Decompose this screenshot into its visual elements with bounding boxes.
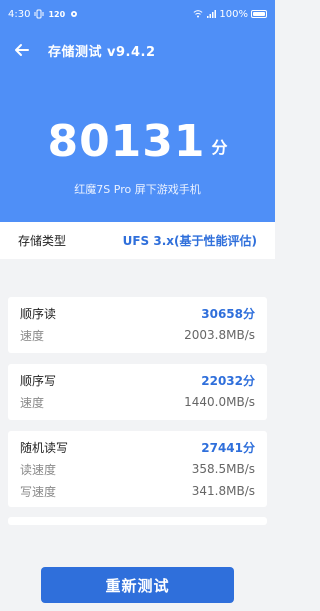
back-arrow-icon[interactable] bbox=[10, 38, 34, 62]
settings-gear-icon bbox=[69, 9, 79, 19]
retest-button[interactable]: 重新测试 bbox=[41, 567, 234, 603]
score-display: 80131 分 bbox=[0, 120, 275, 164]
random-read-label: 读速度 bbox=[20, 462, 57, 477]
sequential-read-title: 顺序读 bbox=[20, 306, 57, 321]
random-write-value: 341.8MB/s bbox=[191, 484, 255, 498]
storage-type-label: 存储类型 bbox=[18, 234, 67, 248]
sequential-write-header: 顺序写 22032分 bbox=[20, 369, 255, 391]
sequential-read-score: 30658分 bbox=[201, 306, 255, 321]
device-name: 红魔7S Pro 屏下游戏手机 bbox=[74, 183, 201, 196]
sequential-write-title: 顺序写 bbox=[20, 373, 57, 388]
status-time: 4:30 bbox=[8, 8, 31, 20]
wifi-icon bbox=[193, 9, 203, 19]
random-read-row: 读速度 358.5MB/s bbox=[20, 458, 255, 480]
empty-card bbox=[8, 517, 267, 525]
signal-icon bbox=[206, 9, 217, 19]
random-rw-header: 随机读写 27441分 bbox=[20, 436, 255, 458]
total-score: 80131 bbox=[47, 116, 206, 167]
sequential-write-score: 22032分 bbox=[201, 373, 255, 388]
random-rw-card: 随机读写 27441分 读速度 358.5MB/s 写速度 341.8MB/s bbox=[8, 431, 267, 507]
app-bar: 存储测试 v9.4.2 bbox=[0, 34, 275, 66]
score-unit: 分 bbox=[211, 138, 228, 157]
battery-percent: 100% bbox=[219, 8, 248, 20]
refresh-rate-indicator: 120 bbox=[48, 9, 66, 19]
score-header: 4:30 120 100% 存储测试 v9.4.2 80131 分 红魔7S P… bbox=[0, 0, 275, 222]
status-bar: 4:30 120 100% bbox=[0, 0, 275, 28]
random-read-value: 358.5MB/s bbox=[191, 462, 255, 476]
status-left: 4:30 120 bbox=[8, 9, 79, 20]
sequential-write-speed-value: 1440.0MB/s bbox=[184, 395, 255, 409]
vibrate-icon bbox=[34, 9, 44, 19]
random-rw-score: 27441分 bbox=[201, 440, 255, 455]
sequential-write-speed-label: 速度 bbox=[20, 395, 45, 410]
sequential-read-speed-row: 速度 2003.8MB/s bbox=[20, 324, 255, 346]
battery-icon bbox=[251, 10, 267, 18]
sequential-write-speed-row: 速度 1440.0MB/s bbox=[20, 391, 255, 413]
sequential-read-speed-label: 速度 bbox=[20, 328, 45, 343]
sequential-read-speed-value: 2003.8MB/s bbox=[184, 328, 255, 342]
storage-type-value: UFS 3.x(基于性能评估) bbox=[122, 234, 257, 248]
status-right: 100% bbox=[193, 9, 267, 20]
storage-type-row: 存储类型 UFS 3.x(基于性能评估) bbox=[0, 222, 275, 259]
random-rw-title: 随机读写 bbox=[20, 440, 69, 455]
sequential-read-header: 顺序读 30658分 bbox=[20, 302, 255, 324]
random-write-label: 写速度 bbox=[20, 484, 57, 499]
page-title: 存储测试 v9.4.2 bbox=[48, 44, 156, 60]
sequential-write-card: 顺序写 22032分 速度 1440.0MB/s bbox=[8, 364, 267, 420]
sequential-read-card: 顺序读 30658分 速度 2003.8MB/s bbox=[8, 297, 267, 353]
random-write-row: 写速度 341.8MB/s bbox=[20, 480, 255, 502]
